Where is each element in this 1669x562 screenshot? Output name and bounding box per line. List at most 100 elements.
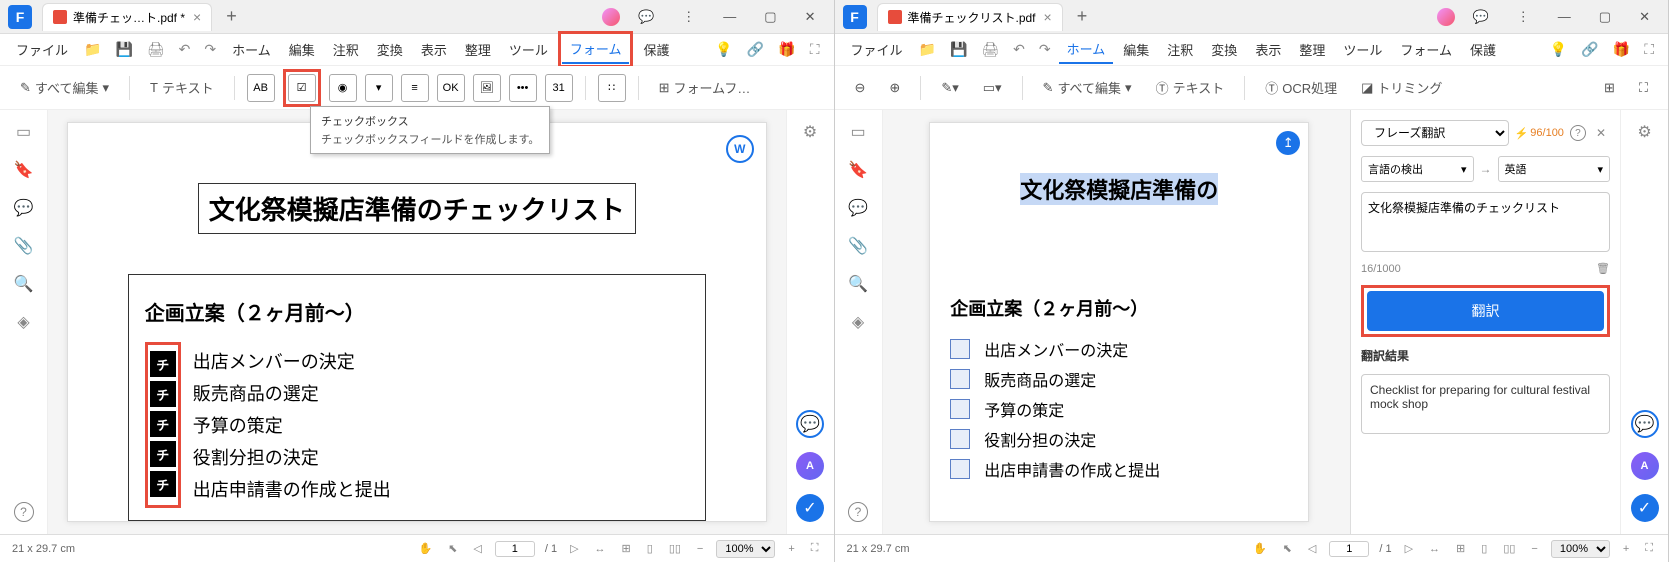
tab-close-icon[interactable]: × xyxy=(1044,9,1052,25)
lightbulb-icon[interactable]: 💡 xyxy=(1544,37,1573,62)
text-tool-button[interactable]: T テキスト xyxy=(142,73,222,103)
maximize-button[interactable]: ▢ xyxy=(1589,3,1621,31)
help-icon[interactable]: ? xyxy=(14,502,34,522)
chat-icon[interactable]: 💬 xyxy=(1463,3,1499,31)
page-input[interactable] xyxy=(495,541,535,557)
check-field-2[interactable]: チ xyxy=(150,381,176,407)
help-icon[interactable]: ? xyxy=(848,502,868,522)
lang-from-select[interactable]: 言語の検出▾ xyxy=(1361,156,1474,182)
zoom-select[interactable]: 100% xyxy=(1551,540,1610,558)
menu-home[interactable]: ホーム xyxy=(224,36,279,63)
zoom-out-icon[interactable]: − xyxy=(694,543,706,555)
menu-home[interactable]: ホーム xyxy=(1059,35,1114,64)
gift-icon[interactable]: 🎁 xyxy=(772,37,801,62)
menu-protect[interactable]: 保護 xyxy=(635,36,677,63)
bookmark-icon[interactable]: 🔖 xyxy=(848,160,868,180)
open-icon[interactable]: 📁 xyxy=(913,37,942,62)
page-input[interactable] xyxy=(1329,541,1369,557)
check-field-5[interactable]: チ xyxy=(150,471,176,497)
more-tools-icon[interactable]: ⊞ xyxy=(1596,73,1623,103)
new-tab-button[interactable]: + xyxy=(1071,6,1094,27)
zoom-out-icon[interactable]: − xyxy=(1528,543,1540,555)
more-icon[interactable]: ⋮ xyxy=(672,3,705,31)
checkbox-tool[interactable]: ☑ xyxy=(288,74,316,102)
dropdown-tool[interactable]: ▾ xyxy=(365,74,393,102)
user-avatar[interactable] xyxy=(602,8,620,26)
fullscreen-icon[interactable]: ⛶ xyxy=(808,542,822,555)
edit-all-button[interactable]: ✎ すべて編集 ▾ xyxy=(12,73,117,103)
minimize-button[interactable]: — xyxy=(713,3,746,30)
checkbox-1[interactable] xyxy=(950,339,970,359)
select-tool-icon[interactable]: ⬉ xyxy=(445,542,460,555)
note-tool[interactable]: ▭▾ xyxy=(975,73,1010,103)
translate-help-icon[interactable]: ? xyxy=(1570,125,1586,141)
zoom-in-tool[interactable]: ⊕ xyxy=(881,73,908,103)
expand-icon[interactable]: ⛶ xyxy=(1638,37,1660,62)
menu-tools[interactable]: ツール xyxy=(1335,36,1390,63)
share-icon[interactable]: 🔗 xyxy=(741,37,770,62)
fit-width-icon[interactable]: ↔ xyxy=(1426,543,1443,555)
menu-protect[interactable]: 保護 xyxy=(1462,36,1504,63)
radio-tool[interactable]: ◉ xyxy=(329,74,357,102)
check-field-1[interactable]: チ xyxy=(150,351,176,377)
zoom-select[interactable]: 100% xyxy=(716,540,775,558)
align-tool[interactable]: ∷ xyxy=(598,74,626,102)
menu-comment[interactable]: 注釈 xyxy=(325,36,367,63)
translate-button[interactable]: 翻訳 xyxy=(1367,291,1604,331)
lang-to-select[interactable]: 英語▾ xyxy=(1498,156,1611,182)
next-page-icon[interactable]: ▷ xyxy=(567,542,581,555)
checkbox-4[interactable] xyxy=(950,429,970,449)
fullscreen-icon[interactable]: ⛶ xyxy=(1642,542,1656,555)
new-tab-button[interactable]: + xyxy=(220,6,243,27)
fit-width-icon[interactable]: ↔ xyxy=(592,543,609,555)
layers-icon[interactable]: ◈ xyxy=(848,312,868,332)
open-icon[interactable]: 📁 xyxy=(78,37,107,62)
check-badge-icon[interactable]: ✓ xyxy=(796,494,824,522)
next-page-icon[interactable]: ▷ xyxy=(1402,542,1416,555)
checkbox-2[interactable] xyxy=(950,369,970,389)
attachment-icon[interactable]: 📎 xyxy=(14,236,34,256)
thumbnails-icon[interactable]: ▭ xyxy=(14,122,34,142)
menu-view[interactable]: 表示 xyxy=(1247,36,1289,63)
ocr-button[interactable]: Ⓣ OCR処理 xyxy=(1257,73,1345,103)
upload-badge-icon[interactable]: ↥ xyxy=(1276,131,1300,155)
translate-close-icon[interactable]: ✕ xyxy=(1592,126,1610,140)
single-page-icon[interactable]: ▯ xyxy=(644,542,656,555)
settings-icon[interactable]: ⚙ xyxy=(1635,122,1655,142)
user-avatar[interactable] xyxy=(1437,8,1455,26)
hand-tool-icon[interactable]: ✋ xyxy=(415,542,435,555)
image-tool[interactable]: 🖼 xyxy=(473,74,501,102)
more-icon[interactable]: ⋮ xyxy=(1507,3,1540,31)
two-page-icon[interactable]: ▯▯ xyxy=(1500,542,1518,555)
translate-mode-select[interactable]: フレーズ翻訳 xyxy=(1361,120,1509,146)
close-button[interactable]: ✕ xyxy=(1629,3,1660,31)
lang-swap-icon[interactable]: → xyxy=(1480,162,1492,176)
word-export-badge[interactable]: W xyxy=(726,135,754,163)
ai-badge-icon[interactable]: A xyxy=(1631,452,1659,480)
thumbnails-icon[interactable]: ▭ xyxy=(848,122,868,142)
trimming-button[interactable]: ◪ トリミング xyxy=(1353,73,1450,103)
form-field-button[interactable]: ⊞ フォームフ… xyxy=(651,73,759,103)
doc-viewport[interactable]: ↥ 文化祭模擬店準備の 企画立案（２ヶ月前〜） 出店メンバーの決定 販売商品の選… xyxy=(883,110,1351,534)
doc-viewport[interactable]: W 文化祭模擬店準備のチェックリスト 企画立案（２ヶ月前〜） チ チ チ チ チ xyxy=(48,110,786,534)
document-tab[interactable]: 準備チェッ…ト.pdf * × xyxy=(42,3,212,31)
document-tab[interactable]: 準備チェックリスト.pdf × xyxy=(877,3,1063,31)
print-icon[interactable]: 🖨 xyxy=(141,37,171,62)
menu-convert[interactable]: 変換 xyxy=(1203,36,1245,63)
comment-icon[interactable]: 💬 xyxy=(848,198,868,218)
layers-icon[interactable]: ◈ xyxy=(14,312,34,332)
save-icon[interactable]: 💾 xyxy=(109,37,138,62)
close-button[interactable]: ✕ xyxy=(795,3,826,31)
save-icon[interactable]: 💾 xyxy=(944,37,973,62)
menu-form[interactable]: フォーム xyxy=(562,35,630,64)
minimize-button[interactable]: — xyxy=(1548,3,1581,30)
menu-tools[interactable]: ツール xyxy=(501,36,556,63)
prev-page-icon[interactable]: ◁ xyxy=(1305,542,1319,555)
lightbulb-icon[interactable]: 💡 xyxy=(709,37,738,62)
chat-circle-icon[interactable]: 💬 xyxy=(1631,410,1659,438)
check-field-3[interactable]: チ xyxy=(150,411,176,437)
zoom-in-icon[interactable]: + xyxy=(785,543,797,555)
attachment-icon[interactable]: 📎 xyxy=(848,236,868,256)
redo-icon[interactable]: ↷ xyxy=(198,37,222,62)
trash-icon[interactable]: 🗑 xyxy=(1596,262,1610,275)
